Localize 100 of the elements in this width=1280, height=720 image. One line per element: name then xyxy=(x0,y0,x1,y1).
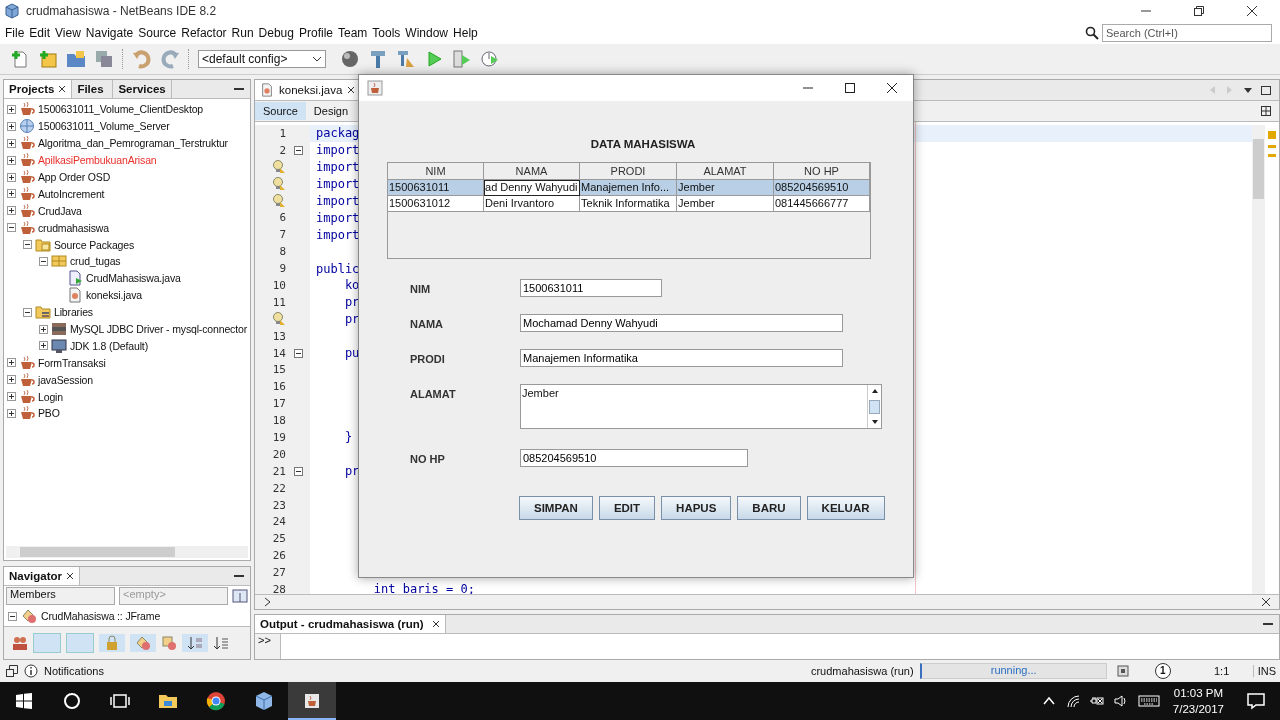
tree-item[interactable]: koneksi.java xyxy=(86,289,142,302)
tree-item[interactable]: Libraries xyxy=(54,306,93,319)
tree-item[interactable]: javaSession xyxy=(38,373,93,386)
input-field[interactable]: 1500631011 xyxy=(520,279,662,297)
lightbulb-icon[interactable] xyxy=(272,160,286,175)
minimize-icon[interactable] xyxy=(234,574,244,578)
warning-marker[interactable] xyxy=(1268,145,1276,148)
tree-item[interactable]: AutoIncrement xyxy=(38,187,105,200)
tree-item[interactable]: MySQL JDBC Driver - mysql-connector xyxy=(70,323,247,335)
menu-item[interactable]: Navigate xyxy=(84,26,138,40)
tree-item[interactable]: 1500631011_Volume_Server xyxy=(38,120,170,133)
config-dropdown[interactable]: <default config> xyxy=(198,50,326,68)
filter-dropdown[interactable]: Members xyxy=(6,587,115,605)
close-icon[interactable] xyxy=(431,620,440,628)
tree-item[interactable]: FormTransaksi xyxy=(38,356,106,369)
book-icon[interactable] xyxy=(232,588,248,604)
dropdown-arrow-icon[interactable] xyxy=(1243,85,1253,95)
table-row[interactable]: 1500631012 Deni Irvantoro Teknik Informatika Jember 081445666777 xyxy=(388,196,870,212)
rerun-button[interactable]: >> xyxy=(255,634,281,659)
expander-icon[interactable] xyxy=(23,307,32,317)
tree-item[interactable]: CrudJava xyxy=(38,204,82,217)
warning-marker[interactable] xyxy=(1268,154,1276,157)
panel-tab[interactable]: Files xyxy=(72,80,114,98)
tree-item[interactable]: crud_tugas xyxy=(70,255,121,268)
expander-icon[interactable] xyxy=(7,375,16,385)
expander-icon[interactable] xyxy=(7,223,16,233)
member-item[interactable]: CrudMahasiswa :: JFrame xyxy=(41,610,161,622)
maximize-icon[interactable] xyxy=(844,82,856,94)
menu-item[interactable]: Team xyxy=(337,26,372,40)
lightbulb-icon[interactable] xyxy=(272,177,286,192)
action-button[interactable]: SIMPAN xyxy=(519,496,593,520)
panel-tab[interactable]: Navigator xyxy=(4,567,81,585)
view-tab[interactable]: Design xyxy=(305,102,357,120)
action-button[interactable]: HAPUS xyxy=(661,496,732,520)
minimize-icon[interactable] xyxy=(234,87,244,91)
close-icon[interactable] xyxy=(1261,597,1271,607)
panel-tab[interactable]: Projects xyxy=(4,80,73,98)
scrollbar[interactable] xyxy=(6,546,248,558)
close-icon[interactable] xyxy=(1246,5,1258,17)
menu-item[interactable]: View xyxy=(54,26,85,40)
action-button[interactable]: EDIT xyxy=(598,496,656,520)
new-project-icon[interactable] xyxy=(38,49,58,69)
search-icon[interactable] xyxy=(1085,26,1099,40)
people-icon[interactable] xyxy=(12,635,28,651)
expander-icon[interactable] xyxy=(7,121,16,131)
tree-item[interactable]: PBO xyxy=(38,407,60,420)
panel-tab[interactable]: Services xyxy=(113,80,172,98)
restore-icon[interactable] xyxy=(1193,5,1205,17)
save-all-icon[interactable] xyxy=(94,49,114,69)
menu-item[interactable]: Window xyxy=(404,26,453,40)
collapse-icon[interactable] xyxy=(8,611,17,621)
expander-icon[interactable] xyxy=(7,408,16,418)
expander-icon[interactable] xyxy=(7,189,16,199)
menu-item[interactable]: Refactor xyxy=(180,26,231,40)
action-button[interactable]: KELUAR xyxy=(806,496,885,520)
tree-item[interactable]: Source Packages xyxy=(54,238,135,251)
menu-item[interactable]: Debug xyxy=(257,26,298,40)
menu-item[interactable]: Edit xyxy=(28,26,55,40)
coffee-cup-icon[interactable] xyxy=(288,682,336,720)
tree-item[interactable]: Login xyxy=(38,390,63,403)
expander-icon[interactable] xyxy=(39,341,48,351)
action-button[interactable]: BARU xyxy=(737,496,801,520)
expander-icon[interactable] xyxy=(7,172,16,182)
expander-icon[interactable] xyxy=(7,155,16,165)
menu-item[interactable]: Run xyxy=(230,26,258,40)
menu-item[interactable]: File xyxy=(4,26,29,40)
expander-icon[interactable] xyxy=(39,256,48,266)
stop-icon[interactable] xyxy=(1116,665,1129,677)
split-icon[interactable] xyxy=(1261,106,1271,116)
sort-icon[interactable] xyxy=(213,635,229,651)
view-tab[interactable]: Source xyxy=(255,102,306,120)
menu-item[interactable]: Tools xyxy=(371,26,405,40)
text-area[interactable]: Jember xyxy=(520,384,882,429)
clock-date[interactable]: 7/23/2017 xyxy=(1172,701,1224,717)
expander-icon[interactable] xyxy=(23,240,32,250)
arrow-down-icon[interactable] xyxy=(870,419,879,425)
tree-item[interactable]: Algoritma_dan_Pemrograman_Terstruktur xyxy=(38,137,228,150)
menu-item[interactable]: Help xyxy=(452,26,482,40)
table-row[interactable]: 1500631011 ad Denny Wahyudi Manajemen Info... Jember 085204569510 xyxy=(388,180,870,196)
expander-icon[interactable] xyxy=(7,358,16,368)
menu-item[interactable]: Profile xyxy=(298,26,337,40)
tree-item[interactable]: ApilkasiPembukuanArisan xyxy=(38,154,157,167)
expander-icon[interactable] xyxy=(7,104,16,114)
menu-item[interactable]: Source xyxy=(137,26,181,40)
tree-item[interactable]: JDK 1.8 (Default) xyxy=(70,339,148,352)
class-shape-icon[interactable] xyxy=(130,634,156,652)
expander-icon[interactable] xyxy=(7,392,16,402)
tree-item[interactable]: App Order OSD xyxy=(38,171,111,183)
clock-time[interactable]: 01:03 PM xyxy=(1173,685,1224,701)
expander-icon[interactable] xyxy=(7,206,16,216)
warning-marker[interactable] xyxy=(1268,131,1276,139)
tree-item[interactable]: crudmahasiswa xyxy=(38,221,109,234)
hammer-icon[interactable] xyxy=(368,49,388,69)
new-file-icon[interactable] xyxy=(10,49,30,69)
input-field[interactable]: Manajemen Informatika xyxy=(520,349,843,367)
notification-badge[interactable]: 1 xyxy=(1154,663,1171,679)
scrollbar-thumb[interactable] xyxy=(869,399,880,414)
fold-icon[interactable] xyxy=(293,145,303,155)
output-tab[interactable]: Output - crudmahasiswa (run) xyxy=(255,615,446,633)
lightbulb-icon[interactable] xyxy=(272,194,286,208)
